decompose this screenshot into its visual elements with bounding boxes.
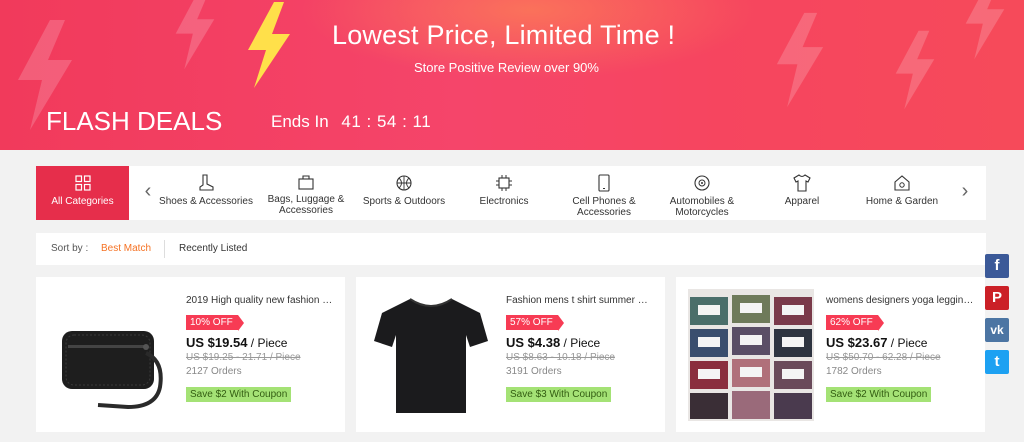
category-label: Bags, Luggage & Accessories: [267, 194, 345, 216]
bolt-decoration-icon: [175, 0, 215, 70]
coupon-badge[interactable]: Save $2 With Coupon: [826, 387, 932, 402]
divider: [164, 240, 165, 258]
category-label: Sports & Outdoors: [362, 196, 446, 207]
category-label: Shoes & Accessories: [159, 196, 253, 207]
category-label: Electronics: [479, 196, 529, 207]
category-automobiles[interactable]: Automobiles & Motorcycles: [654, 166, 750, 220]
vk-icon[interactable]: vk: [985, 318, 1009, 342]
product-image-wallet[interactable]: [48, 289, 174, 421]
chip-icon: [496, 175, 512, 191]
category-phones[interactable]: Cell Phones & Accessories: [556, 166, 652, 220]
price-unit: / Piece: [560, 336, 601, 350]
banner-headline: Lowest Price, Limited Time !: [332, 20, 676, 50]
bolt-decoration-icon: [776, 12, 824, 108]
chevron-right-icon[interactable]: ›: [958, 180, 972, 203]
sort-label: Sort by :: [51, 243, 89, 254]
product-title[interactable]: 2019 High quality new fashion m...: [186, 295, 334, 306]
product-image-tshirt[interactable]: [368, 289, 494, 421]
category-label: Automobiles & Motorcycles: [669, 196, 735, 218]
countdown: Ends In 41 : 54 : 11: [271, 112, 431, 132]
product-price: US $4.38 / Piece: [506, 335, 600, 350]
product-card[interactable]: womens designers yoga leggings... 62% OF…: [676, 277, 985, 432]
grid-icon: [74, 175, 91, 191]
category-all[interactable]: All Categories: [36, 166, 129, 220]
pinterest-icon[interactable]: P: [985, 286, 1009, 310]
bag-icon: [298, 175, 314, 190]
boot-icon: [199, 174, 214, 191]
coupon-badge[interactable]: Save $2 With Coupon: [186, 387, 292, 402]
bolt-decoration-icon: [965, 0, 1005, 60]
order-count: 2127 Orders: [186, 366, 242, 377]
discount-badge: 10% OFF: [186, 315, 244, 331]
countdown-timer: 41 : 54 : 11: [341, 112, 432, 131]
product-title[interactable]: womens designers yoga leggings...: [826, 295, 974, 306]
ball-icon: [396, 175, 412, 191]
category-label: Cell Phones & Accessories: [572, 196, 636, 218]
discount-badge: 57% OFF: [506, 315, 564, 331]
original-price: US $19.25 - 21.71 / Piece: [186, 352, 301, 363]
order-count: 3191 Orders: [506, 366, 562, 377]
sort-recently-listed[interactable]: Recently Listed: [179, 243, 247, 254]
ends-in-label: Ends In: [271, 112, 329, 131]
category-label: Home & Garden: [865, 196, 939, 207]
phone-icon: [598, 174, 610, 192]
product-image-leggings[interactable]: [688, 289, 814, 421]
price-value: US $23.67: [826, 335, 888, 350]
discount-badge: 62% OFF: [826, 315, 884, 331]
facebook-icon[interactable]: f: [985, 254, 1009, 278]
category-all-label: All Categories: [51, 196, 114, 207]
sort-bar: Sort by : Best Match Recently Listed: [36, 233, 986, 265]
bolt-decoration-icon: [895, 30, 935, 110]
price-value: US $4.38: [506, 335, 561, 350]
price-unit: / Piece: [247, 336, 288, 350]
product-card[interactable]: Fashion mens t shirt summer Sh... 57% OF…: [356, 277, 665, 432]
banner-subline: Store Positive Review over 90%: [414, 60, 599, 75]
sort-best-match[interactable]: Best Match: [101, 243, 151, 254]
flash-deals-banner: Lowest Price, Limited Time ! Store Posit…: [0, 0, 1024, 150]
category-sports[interactable]: Sports & Outdoors: [354, 166, 454, 220]
product-price: US $19.54 / Piece: [186, 335, 287, 350]
category-apparel[interactable]: Apparel: [754, 166, 850, 220]
order-count: 1782 Orders: [826, 366, 882, 377]
category-bar: All Categories ‹ Shoes & Accessories Bag…: [36, 166, 986, 220]
coupon-badge[interactable]: Save $3 With Coupon: [506, 387, 612, 402]
chevron-left-icon[interactable]: ‹: [141, 180, 155, 203]
product-card[interactable]: 2019 High quality new fashion m... 10% O…: [36, 277, 345, 432]
flash-deals-title: FLASH DEALS: [46, 106, 223, 136]
category-bags[interactable]: Bags, Luggage & Accessories: [258, 166, 354, 220]
category-label: Apparel: [784, 196, 820, 207]
house-icon: [894, 175, 910, 191]
lightning-bolt-icon: [248, 2, 290, 88]
wheel-icon: [694, 175, 710, 191]
original-price: US $50.70 - 62.28 / Piece: [826, 352, 941, 363]
category-shoes[interactable]: Shoes & Accessories: [156, 166, 256, 220]
category-home-garden[interactable]: Home & Garden: [854, 166, 950, 220]
product-price: US $23.67 / Piece: [826, 335, 927, 350]
product-title[interactable]: Fashion mens t shirt summer Sh...: [506, 295, 654, 306]
price-unit: / Piece: [887, 336, 928, 350]
twitter-icon[interactable]: t: [985, 350, 1009, 374]
original-price: US $8.63 - 10.18 / Piece: [506, 352, 615, 363]
shirt-icon: [793, 174, 811, 192]
price-value: US $19.54: [186, 335, 248, 350]
category-electronics[interactable]: Electronics: [456, 166, 552, 220]
